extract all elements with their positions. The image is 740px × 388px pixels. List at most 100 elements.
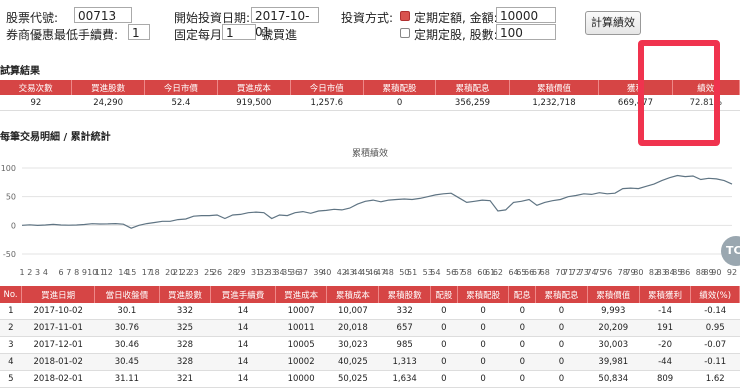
result-cell: 92: [0, 95, 72, 111]
detail-cell: 0: [457, 336, 509, 354]
detail-cell: 10,007: [326, 303, 379, 320]
min-fee-input[interactable]: 1: [128, 24, 150, 40]
monthly-day-input[interactable]: 1: [222, 24, 256, 40]
detail-header-cell: 配股: [430, 286, 458, 303]
detail-cell: -20: [639, 336, 691, 354]
detail-cell: 0: [430, 303, 458, 320]
detail-cell: -0.11: [690, 353, 740, 371]
detail-cell: 0: [508, 336, 536, 354]
x-tick-label: 26: [211, 268, 223, 277]
shares-input[interactable]: 100: [496, 24, 556, 40]
detail-cell: 328: [159, 353, 211, 371]
option-fixed-amount-label: 定期定額, 金額:: [414, 11, 498, 25]
amount-input[interactable]: 10000: [496, 7, 556, 23]
y-tick-label: 0: [11, 221, 16, 230]
detail-cell: 332: [378, 303, 431, 320]
detail-cell: 14: [210, 303, 276, 320]
detail-cell: 10007: [275, 303, 327, 320]
detail-cell: 30,023: [326, 336, 379, 354]
stock-code-input[interactable]: 00713: [74, 7, 132, 23]
detail-cell: 40,025: [326, 353, 379, 371]
detail-cell: 30.45: [94, 353, 160, 371]
min-fee-label: 券商優惠最低手續費:: [6, 28, 119, 42]
detail-cell: 1,313: [378, 353, 431, 371]
detail-header-cell: 累積獲利: [639, 286, 692, 303]
x-tick-label: 18: [149, 268, 160, 277]
detail-cell: 0: [508, 370, 536, 388]
result-header-cell: 累積價值: [509, 80, 600, 95]
detail-cell: 985: [378, 336, 431, 354]
detail-cell: 10000: [275, 370, 327, 388]
result-cell: 0: [363, 95, 436, 111]
calculate-button[interactable]: 計算績效: [585, 11, 641, 35]
result-cell: 1,257.6: [290, 95, 364, 111]
y-tick-label: 100: [1, 164, 16, 173]
detail-cell: 0: [430, 353, 458, 371]
detail-cell: -14: [639, 303, 691, 320]
detail-cell: 20,209: [587, 319, 640, 337]
detail-table: No. 買進日期 當日收盤價 買進股數 買進手續費 買進成本 累積成本 累積股數 配股 累積配股配…: [0, 286, 740, 388]
detail-cell: 31.11: [94, 370, 160, 388]
detail-cell: 321: [159, 370, 211, 388]
option-fixed-shares-checkbox[interactable]: [400, 28, 410, 38]
detail-header-cell: 累積價值: [587, 286, 640, 303]
x-tick-label: 54: [430, 268, 441, 277]
detail-cell: 14: [210, 319, 276, 337]
detail-header-cell: No.: [0, 286, 23, 303]
detail-cell: 50,834: [587, 370, 640, 388]
detail-cell: 10005: [275, 336, 327, 354]
detail-cell: 30.76: [94, 319, 160, 337]
table-row: 4 2018-01-02 30.45 328 14 10002 40,025 1,313 0 0 0…: [0, 353, 740, 371]
x-tick-label: 80: [633, 268, 644, 277]
detail-cell: 657: [378, 319, 431, 337]
detail-cell: 0: [430, 336, 458, 354]
x-tick-label: 58: [461, 268, 472, 277]
performance-chart: -50 0 50 100: [1, 164, 733, 259]
result-cell: 24,290: [71, 95, 145, 111]
detail-cell: 0: [535, 319, 588, 337]
detail-cell: 30,003: [587, 336, 640, 354]
detail-header-cell: 累積配息: [535, 286, 588, 303]
detail-cell: 1,634: [378, 370, 431, 388]
x-tick-label: 76: [602, 268, 613, 277]
detail-cell: 0: [457, 303, 509, 320]
detail-cell: 39,981: [587, 353, 640, 371]
detail-cell: 0: [457, 353, 509, 371]
x-tick-label: 92: [726, 268, 738, 277]
detail-cell: 2018-01-02: [21, 353, 95, 371]
result-table: 交易次數 買進股數 今日市價 買進成本 今日市值 累積配股 累積配息 累積價值 獲利 績效 92 2…: [0, 80, 740, 111]
detail-cell: 0: [430, 370, 458, 388]
detail-cell: 0: [535, 370, 588, 388]
monthly-prefix-label: 固定每月: [174, 28, 223, 42]
x-tick-label: 37: [297, 268, 308, 277]
detail-cell: 0: [535, 336, 588, 354]
detail-cell: 325: [159, 319, 211, 337]
result-header-cell: 交易次數: [0, 80, 73, 95]
detail-cell: -0.14: [690, 303, 740, 320]
detail-header-cell: 累積成本: [326, 286, 380, 303]
start-date-input[interactable]: 2017-10-01: [251, 7, 319, 39]
detail-cell: 14: [210, 336, 276, 354]
detail-cell: 14: [210, 370, 276, 388]
detail-cell: 0.95: [690, 319, 740, 337]
detail-section-title: 每筆交易明細 / 累計統計: [0, 132, 111, 143]
series-line: [21, 174, 733, 229]
detail-cell: 1: [0, 303, 22, 320]
detail-cell: 20,018: [326, 319, 379, 337]
x-tick-label: 40: [321, 268, 332, 277]
option-fixed-amount-checkbox[interactable]: [400, 11, 410, 21]
detail-header-cell: 買進股數: [159, 286, 212, 303]
x-tick-label: 23: [188, 268, 199, 277]
table-row: 5 2018-02-01 31.11 321 14 10000 50,025 1,634 0 0 0…: [0, 370, 740, 388]
detail-cell: 1.62: [690, 370, 740, 388]
x-tick-label: 62: [492, 268, 504, 277]
detail-cell: -44: [639, 353, 691, 371]
detail-cell: 332: [159, 303, 211, 320]
method-label: 投資方式:: [341, 11, 394, 25]
result-cell: 52.4: [144, 95, 218, 111]
result-header-cell: 買進股數: [71, 80, 146, 95]
y-tick-label: 50: [6, 193, 16, 202]
stock-code-label: 股票代號:: [6, 11, 59, 25]
detail-cell: 50,025: [326, 370, 379, 388]
monthly-suffix-label: 號買進: [261, 28, 298, 42]
